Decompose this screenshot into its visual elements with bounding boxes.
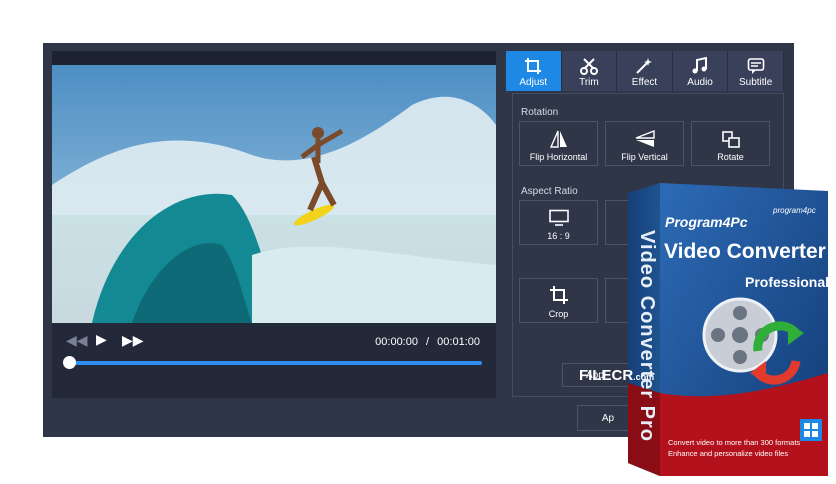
tab-adjust[interactable]: Adjust: [506, 51, 562, 91]
flip-horizontal-button[interactable]: Flip Horizontal: [519, 121, 598, 166]
box-spine-title: Video Converter Pro: [636, 230, 658, 443]
tab-label: Subtitle: [738, 77, 773, 88]
flip-vertical-label: Flip Vertical: [621, 152, 668, 162]
player-controls: ◀◀ ▶ ▶▶ 00:00:00 / 00:01:00: [52, 323, 496, 398]
box-edition: Professional: [745, 274, 830, 290]
box-tagline-1: Convert video to more than 300 formats: [668, 438, 801, 447]
watermark-text: FILECR: [579, 367, 634, 384]
rotate-button[interactable]: Rotate: [691, 121, 770, 166]
tab-subtitle[interactable]: Subtitle: [728, 51, 784, 91]
flip-vertical-button[interactable]: Flip Vertical: [605, 121, 684, 166]
subtitle-icon: [747, 58, 764, 74]
rotate-label: Rotate: [717, 152, 744, 162]
box-tagline-2: Enhance and personalize video files: [668, 449, 789, 458]
apply-all-label: Ap: [601, 412, 615, 424]
music-note-icon: [692, 57, 708, 74]
box-brand: Program4Pc: [665, 214, 748, 230]
time-current: 00:00:00: [375, 336, 418, 348]
tab-label: Audio: [687, 77, 713, 88]
flip-horizontal-icon: [549, 130, 567, 148]
aspect-16-9-button[interactable]: 16 : 9: [519, 200, 598, 245]
fast-forward-icon[interactable]: ▶▶: [122, 332, 144, 349]
time-separator: /: [426, 336, 430, 348]
time-readout: 00:00:00 / 00:01:00: [375, 336, 480, 348]
rotate-icon: [721, 131, 740, 148]
tab-label: Adjust: [519, 77, 548, 88]
box-brand-logo-text: program4pc: [773, 206, 816, 215]
box-title: Video Converter: [664, 240, 826, 263]
aspect-ratio-label: Aspect Ratio: [521, 186, 578, 197]
progress-handle[interactable]: [63, 356, 76, 369]
tab-audio[interactable]: Audio: [672, 51, 729, 91]
crop-button[interactable]: Crop: [519, 278, 598, 323]
tab-effect[interactable]: Effect: [617, 51, 673, 91]
watermark: FILECR.com: [579, 367, 654, 384]
tab-trim[interactable]: Trim: [561, 51, 618, 91]
aspect-16-9-label: 16 : 9: [547, 231, 570, 241]
tab-label: Effect: [631, 77, 658, 88]
video-frame[interactable]: [52, 65, 496, 323]
scissors-icon: [579, 58, 598, 75]
watermark-suffix: .com: [633, 372, 655, 382]
magic-wand-icon: [636, 58, 653, 74]
play-icon[interactable]: ▶: [96, 331, 107, 348]
rewind-icon[interactable]: ◀◀: [66, 332, 88, 349]
flip-vertical-icon: [635, 130, 655, 147]
rotation-label: Rotation: [521, 107, 559, 118]
progress-bar[interactable]: [70, 361, 482, 365]
tab-bar: Adjust Trim Effect Audio Subtitle: [506, 51, 784, 91]
monitor-icon: [548, 209, 569, 226]
tab-label: Trim: [579, 77, 599, 88]
crop-label: Crop: [548, 309, 569, 319]
crop-icon: [549, 286, 568, 304]
time-total: 00:01:00: [437, 336, 480, 348]
crop-icon: [525, 58, 542, 74]
flip-horizontal-label: Flip Horizontal: [529, 152, 588, 162]
